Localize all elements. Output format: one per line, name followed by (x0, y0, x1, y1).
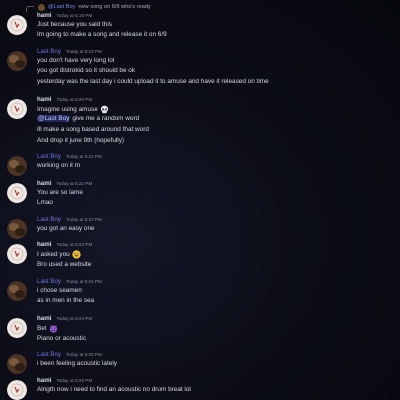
message-text-fragment: Bet (37, 325, 47, 332)
message-text: Bro used a website (37, 261, 92, 268)
message-header: hami Today at 6:18 PM (37, 12, 92, 19)
message-text: Imagine using amuse (37, 105, 109, 114)
timestamp: Today at 6:19 PM (66, 49, 102, 54)
avatar[interactable] (7, 51, 27, 71)
reply-avatar (38, 3, 45, 11)
avatar[interactable] (7, 99, 27, 119)
message-header: Last Boy Today at 6:23 PM (37, 216, 102, 223)
message-text-fragment: I asked you (37, 251, 70, 258)
message-text: Ill make a song based around that word (37, 126, 149, 133)
avatar[interactable] (7, 380, 27, 400)
avatar[interactable] (7, 183, 27, 203)
timestamp: Today at 6:24 PM (66, 279, 102, 284)
message-header: hami Today at 6:23 PM (37, 241, 92, 248)
timestamp: Today at 6:20 PM (56, 97, 93, 102)
username[interactable]: hami (37, 315, 51, 322)
username[interactable]: hami (37, 377, 51, 384)
username[interactable]: Last Boy (37, 153, 61, 160)
message-header: hami Today at 6:20 PM (37, 96, 92, 103)
avatar[interactable] (7, 15, 27, 35)
message-header: Last Boy Today at 6:22 PM (37, 153, 102, 160)
message-text: You are so lame (37, 189, 83, 196)
username[interactable]: Last Boy (37, 216, 61, 223)
message-header: Last Boy Today at 6:25 PM (37, 351, 102, 358)
avatar[interactable] (7, 281, 27, 301)
timestamp: Today at 6:25 PM (66, 352, 102, 357)
timestamp: Today at 6:18 PM (56, 13, 93, 18)
username[interactable]: hami (37, 180, 51, 187)
reply-username: @Last Boy (48, 4, 76, 10)
message-group: hami Today at 6:18 PM Just because you sa… (0, 12, 400, 46)
message-group: Last Boy Today at 6:22 PM working on it r… (0, 153, 400, 176)
timestamp: Today at 6:22 PM (56, 181, 93, 186)
message-text: you got distrokid so it should be ok (37, 67, 136, 74)
message-header: hami Today at 6:22 PM (37, 180, 92, 187)
message-group: Last Boy Today at 6:25 PM i been feeling … (0, 351, 400, 374)
avatar[interactable] (7, 354, 27, 374)
user-mention[interactable]: @Last Boy (37, 115, 71, 122)
timestamp: Today at 6:24 PM (56, 316, 93, 321)
message-text: @Last Boy give me a random word (37, 115, 139, 122)
message-text: Just because you said this (37, 21, 112, 28)
message-text: Bet (37, 324, 58, 333)
avatar[interactable] (7, 219, 27, 239)
username[interactable]: hami (37, 12, 51, 19)
message-text: Piano or acoustic (37, 335, 87, 342)
message-text-fragment: give me a random word (72, 115, 140, 122)
message-text: working on it rn (37, 162, 81, 169)
message-text: I asked you (37, 250, 81, 259)
username[interactable]: hami (37, 241, 51, 248)
message-text: yesterday was the last day i could uploa… (37, 78, 269, 85)
message-text: you got an easy one (37, 225, 95, 232)
reply-text: new song on 6/9 who's ready (78, 4, 151, 10)
skull-emoji (100, 105, 109, 114)
message-text: Im going to make a song and release it o… (37, 31, 167, 38)
message-group: hami Today at 6:23 PM I asked you Bro use… (0, 241, 400, 273)
message-group: Last Boy Today at 6:23 PM you got an easy… (0, 216, 400, 239)
timestamp: Today at 6:23 PM (56, 242, 93, 247)
message-text: as in men in the sea (37, 297, 95, 304)
username[interactable]: Last Boy (37, 351, 61, 358)
timestamp: Today at 6:25 PM (56, 378, 93, 383)
smiling-devil-emoji (49, 324, 58, 333)
message-text-fragment: Imagine using amuse (37, 106, 98, 113)
avatar[interactable] (7, 318, 27, 338)
message-group: hami Today at 6:25 PM Alrigth now i need … (0, 377, 400, 400)
message-group: Last Boy Today at 6:24 PM i chose seamen … (0, 278, 400, 310)
username[interactable]: hami (37, 96, 51, 103)
username[interactable]: Last Boy (37, 48, 61, 55)
timestamp: Today at 6:23 PM (66, 217, 102, 222)
message-group: hami Today at 6:20 PM Imagine using amuse… (0, 96, 400, 152)
message-header: Last Boy Today at 6:24 PM (37, 278, 102, 285)
message-text: i been feeling acoustic lately (37, 360, 117, 367)
message-group: hami Today at 6:24 PM Bet Piano or acoust… (0, 315, 400, 347)
message-group: hami Today at 6:22 PM You are so lame Lma… (0, 180, 400, 212)
username[interactable]: Last Boy (37, 278, 61, 285)
grin-emoji (72, 250, 81, 259)
message-header: hami Today at 6:25 PM (37, 377, 92, 384)
message-text: i chose seamen (37, 287, 82, 294)
message-text: Alrigth now i need to find an acoustic n… (37, 386, 191, 393)
timestamp: Today at 6:22 PM (66, 154, 102, 159)
message-header: Last Boy Today at 6:19 PM (37, 48, 102, 55)
message-text: Lmao (37, 199, 53, 206)
message-header: hami Today at 6:24 PM (37, 315, 92, 322)
avatar[interactable] (7, 156, 27, 176)
reply-connector (26, 5, 34, 12)
message-text: you don't have very long lol (37, 57, 115, 64)
message-group: Last Boy Today at 6:19 PM you don't have … (0, 48, 400, 90)
message-text: And drop it june 9th (hopefully) (37, 137, 125, 144)
avatar[interactable] (7, 244, 27, 264)
